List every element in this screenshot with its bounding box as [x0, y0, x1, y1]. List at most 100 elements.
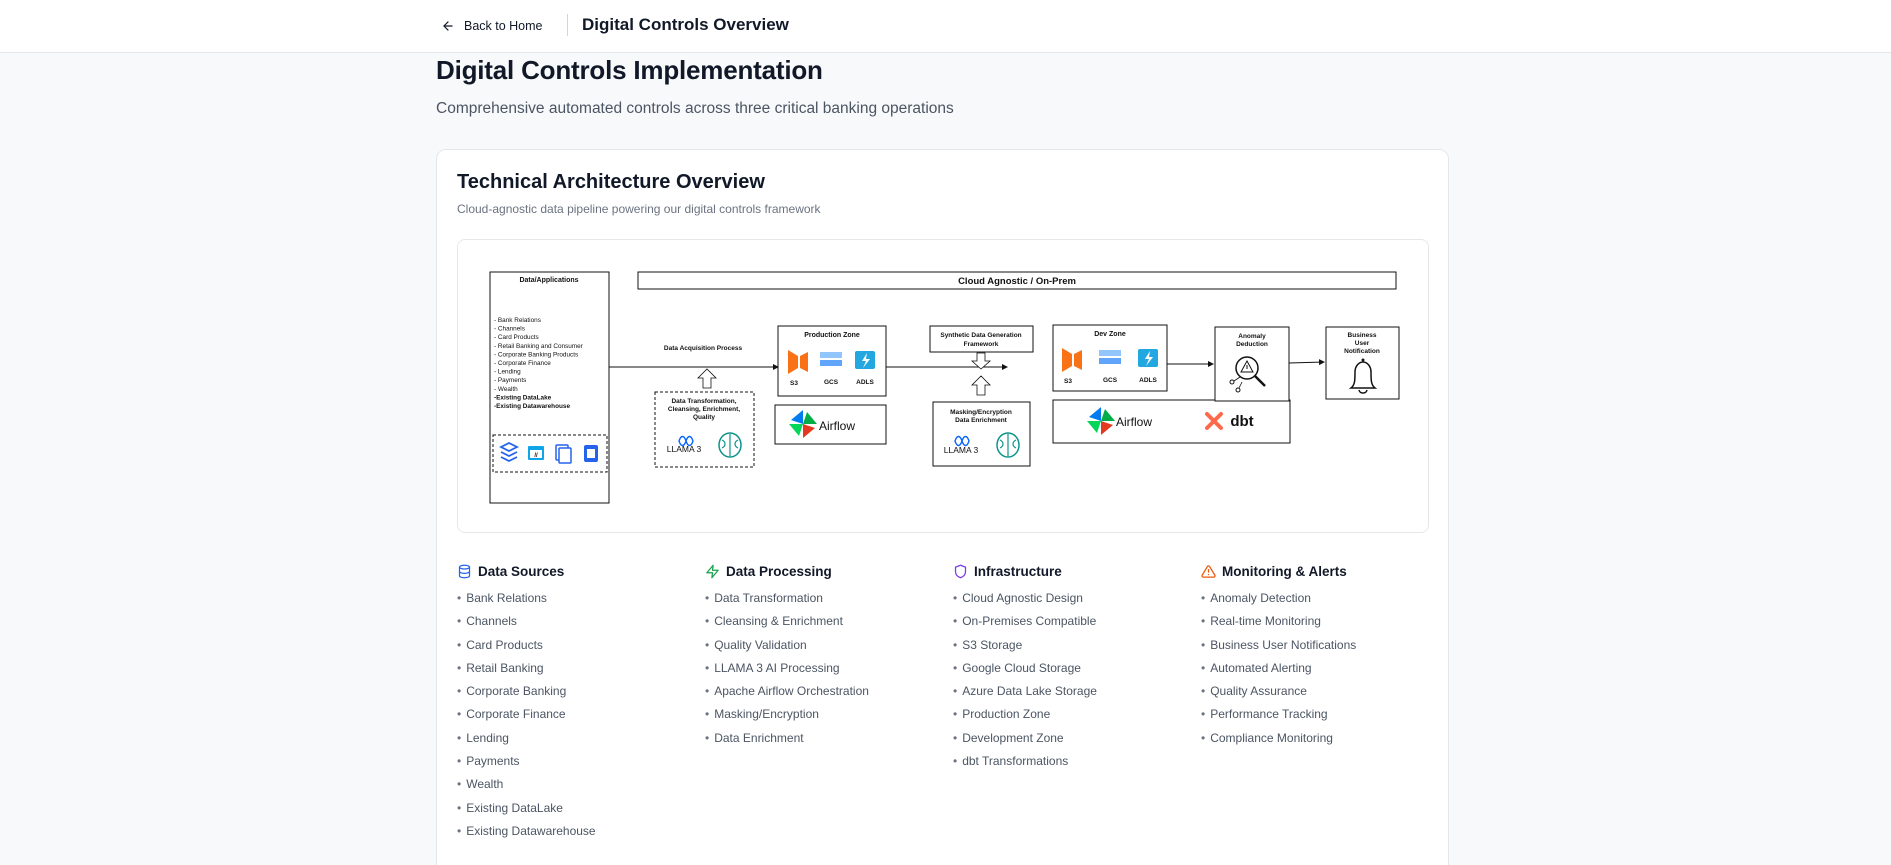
data-applications-item: - Lending [494, 369, 521, 376]
monitoring-list: Anomaly DetectionReal-time MonitoringBus… [1201, 590, 1441, 753]
list-item: Automated Alerting [1201, 660, 1441, 683]
airflow-label-prod: Airflow [819, 419, 855, 433]
data-applications-item: -Existing DataLake [494, 394, 552, 401]
back-to-home-button[interactable]: Back to Home [441, 14, 543, 38]
data-processing-header: Data Processing [705, 561, 945, 581]
list-item: S3 Storage [953, 637, 1193, 660]
list-item: Business User Notifications [1201, 637, 1441, 660]
list-item: Existing DataLake [457, 800, 697, 823]
transform-up-arrow [697, 368, 717, 389]
data-processing-list: Data TransformationCleansing & Enrichmen… [705, 590, 945, 753]
anomaly-to-notify-arrow [1288, 359, 1325, 366]
data-applications-item: - Card Products [494, 334, 539, 341]
list-item: Development Zone [953, 730, 1193, 753]
gcs-label-dev: GCS [1103, 377, 1118, 384]
transform-label-3: Quality [693, 414, 715, 421]
masking-label-2: Data Enrichment [955, 417, 1007, 424]
anomaly-label-2: Deduction [1236, 341, 1268, 348]
list-item: Quality Validation [705, 637, 945, 660]
list-item: Production Zone [953, 706, 1193, 729]
list-item: Apache Airflow Orchestration [705, 683, 945, 706]
synthetic-label-1: Synthetic Data Generation [940, 332, 1021, 339]
data-applications-item: - Corporate Banking Products [494, 351, 578, 358]
data-sources-title: Data Sources [478, 563, 565, 579]
adls-label-prod: ADLS [856, 379, 874, 386]
list-item: On-Premises Compatible [953, 613, 1193, 636]
adls-icon [855, 351, 875, 369]
adls-label-dev: ADLS [1139, 377, 1157, 384]
list-item: Bank Relations [457, 590, 697, 613]
document-icon [555, 444, 572, 464]
list-item: Wealth [457, 776, 697, 799]
list-item: Anomaly Detection [1201, 590, 1441, 613]
list-item: Corporate Banking [457, 683, 697, 706]
shield-icon [954, 564, 967, 578]
adls-icon-dev [1138, 349, 1158, 367]
calendar-table-icon: // [528, 446, 544, 460]
synthetic-label-2: Framework [964, 341, 999, 348]
notify-label-2: User [1355, 340, 1370, 347]
dbt-label: dbt [1230, 413, 1253, 430]
data-applications-title: Data/Applications [519, 277, 578, 284]
s3-label-dev: S3 [1064, 378, 1072, 385]
airflow-label-dev: Airflow [1116, 415, 1152, 429]
zap-icon [706, 564, 719, 578]
list-item: Payments [457, 753, 697, 776]
alert-triangle-icon [1201, 564, 1216, 578]
llama-label-2: LLAMA 3 [944, 445, 979, 455]
transform-label-2: Cleansing, Enrichment, [668, 406, 740, 413]
monitoring-title: Monitoring & Alerts [1222, 563, 1347, 579]
architecture-subtitle: Cloud-agnostic data pipeline powering ou… [457, 202, 821, 216]
synthetic-framework-box [929, 325, 1034, 353]
page-title: Digital Controls Implementation [436, 55, 823, 85]
list-item: Retail Banking [457, 660, 697, 683]
transform-label-1: Data Transformation, [671, 398, 736, 405]
list-item: Corporate Finance [457, 706, 697, 729]
feature-columns: Data Sources Bank RelationsChannelsCard … [457, 561, 1437, 861]
list-item: Google Cloud Storage [953, 660, 1193, 683]
data-applications-item: - Channels [494, 326, 525, 333]
data-applications-item: - Bank Relations [494, 317, 541, 324]
acquisition-label: Data Acquisition Process [664, 345, 743, 352]
page-subtitle: Comprehensive automated controls across … [436, 100, 954, 117]
llama-label-1: LLAMA 3 [667, 444, 702, 454]
data-sources-list: Bank RelationsChannelsCard ProductsRetai… [457, 590, 697, 846]
architecture-diagram-svg: Data/Applications - Bank Relations - Chan… [489, 271, 1400, 504]
back-button-label: Back to Home [464, 19, 543, 33]
list-item: Data Transformation [705, 590, 945, 613]
database-icon [458, 564, 471, 578]
infrastructure-header: Infrastructure [953, 561, 1193, 581]
arrow-left-icon [443, 21, 453, 31]
topbar-divider [567, 14, 568, 36]
data-applications-item: -Existing Datawarehouse [494, 403, 570, 410]
list-item: Compliance Monitoring [1201, 730, 1441, 753]
cloud-agnostic-label: Cloud Agnostic / On-Prem [958, 276, 1076, 287]
architecture-title: Technical Architecture Overview [457, 171, 765, 193]
top-bar: Back to Home Digital Controls Overview [0, 0, 1891, 53]
list-item: Quality Assurance [1201, 683, 1441, 706]
dev-zone-label: Dev Zone [1094, 331, 1126, 338]
anomaly-label-1: Anomaly [1238, 333, 1266, 340]
list-item: Performance Tracking [1201, 706, 1441, 729]
list-item: Card Products [457, 637, 697, 660]
list-item: Cloud Agnostic Design [953, 590, 1193, 613]
list-item: Lending [457, 730, 697, 753]
gcs-label-prod: GCS [824, 379, 839, 386]
infrastructure-list: Cloud Agnostic DesignOn-Premises Compati… [953, 590, 1193, 776]
data-processing-title: Data Processing [726, 563, 832, 579]
masking-label-1: Masking/Encryption [950, 409, 1012, 416]
data-applications-item: - Retail Banking and Consumer [494, 343, 584, 350]
list-item: Masking/Encryption [705, 706, 945, 729]
monitoring-header: Monitoring & Alerts [1201, 561, 1441, 581]
list-item: dbt Transformations [953, 753, 1193, 776]
list-item: Cleansing & Enrichment [705, 613, 945, 636]
list-item: Channels [457, 613, 697, 636]
masking-up-arrow [971, 375, 991, 396]
storage-box-icon [584, 445, 598, 462]
list-item: Data Enrichment [705, 730, 945, 753]
s3-label-prod: S3 [790, 380, 798, 387]
data-applications-item: - Wealth [494, 386, 518, 393]
infrastructure-column: Infrastructure Cloud Agnostic DesignOn-P… [953, 561, 1193, 776]
monitoring-column: Monitoring & Alerts Anomaly DetectionRea… [1201, 561, 1441, 753]
architecture-card: Technical Architecture Overview Cloud-ag… [436, 149, 1449, 865]
